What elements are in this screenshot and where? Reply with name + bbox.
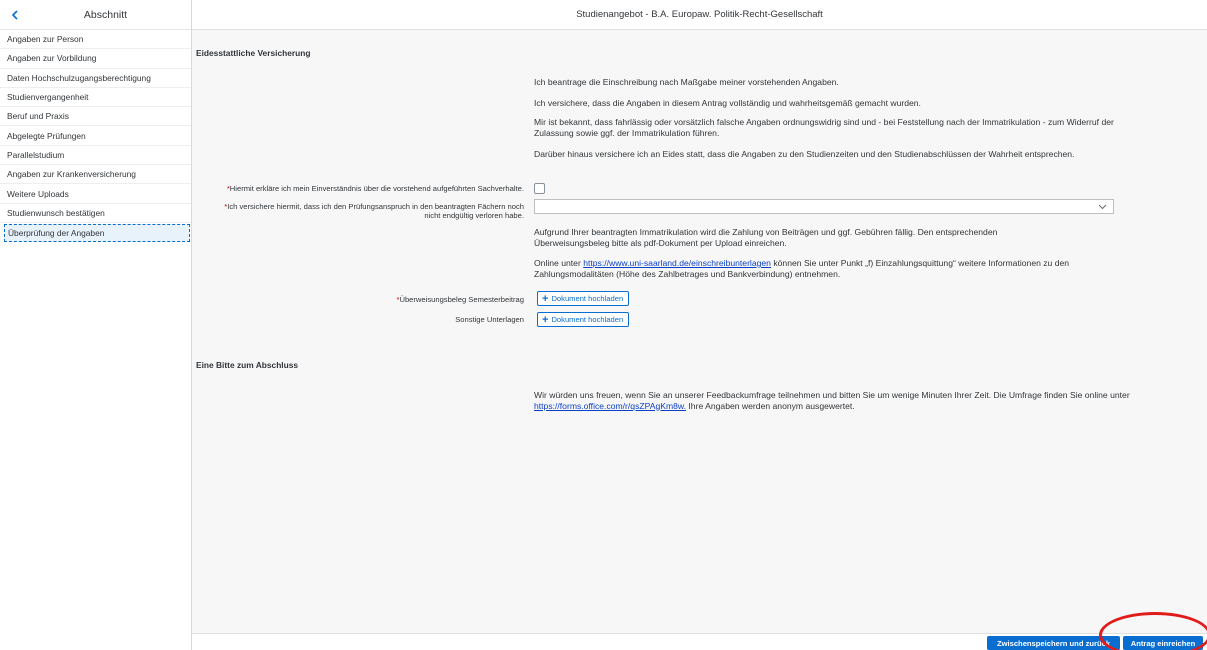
sidebar-header: Abschnitt xyxy=(0,0,191,30)
online-info-text: Online unter https://www.uni-saarland.de… xyxy=(534,258,1070,279)
consent-checkbox[interactable] xyxy=(534,183,545,194)
page-title: Studienangebot - B.A. Europaw. Politik-R… xyxy=(192,0,1207,30)
upload-semesterbeitrag-button[interactable]: + Dokument hochladen xyxy=(537,291,630,306)
plus-icon: + xyxy=(542,292,549,305)
back-chevron-icon[interactable] xyxy=(8,8,22,22)
sidebar-item-person[interactable]: Angaben zur Person xyxy=(0,30,191,50)
submit-application-button[interactable]: Antrag einreichen xyxy=(1123,636,1203,650)
sidebar-item-beruf[interactable]: Beruf und Praxis xyxy=(0,107,191,127)
chevron-down-icon[interactable] xyxy=(1096,201,1108,213)
sidebar-item-ueberpruefung[interactable]: Überprüfung der Angaben xyxy=(4,223,190,242)
footer-bar: Zwischenspeichern und zurück Antrag einr… xyxy=(192,633,1207,650)
section-title-declaration: Eidesstattliche Versicherung xyxy=(196,48,311,58)
exam-label: *Ich versichere hiermit, dass ich den Pr… xyxy=(224,202,524,220)
upload-sonstige-label: Sonstige Unterlagen xyxy=(455,315,524,324)
closing-text: Wir würden uns freuen, wenn Sie an unser… xyxy=(534,390,1130,411)
sidebar: Abschnitt Angaben zur Person Angaben zur… xyxy=(0,0,192,650)
sidebar-item-studienwunsch[interactable]: Studienwunsch bestätigen xyxy=(0,204,191,223)
sidebar-item-krankenversicherung[interactable]: Angaben zur Krankenversicherung xyxy=(0,165,191,185)
upload-sonstige-button[interactable]: + Dokument hochladen xyxy=(537,312,630,327)
declaration-paragraph-2: Ich versichere, dass die Angaben in dies… xyxy=(534,98,921,108)
declaration-paragraph-3: Mir ist bekannt, dass fahrlässig oder vo… xyxy=(534,117,1114,138)
payment-text: Aufgrund Ihrer beantragten Immatrikulati… xyxy=(534,227,998,248)
sidebar-item-parallelstudium[interactable]: Parallelstudium xyxy=(0,146,191,166)
feedback-survey-link[interactable]: https://forms.office.com/r/qsZPAgKm8w. xyxy=(534,401,686,411)
exam-select[interactable] xyxy=(534,199,1114,214)
upload-semesterbeitrag-label: *Überweisungsbeleg Semesterbeitrag xyxy=(396,295,525,304)
plus-icon: + xyxy=(542,313,549,326)
sidebar-item-hzb[interactable]: Daten Hochschulzugangsberechtigung xyxy=(0,69,191,88)
declaration-paragraph-4: Darüber hinaus versichere ich an Eides s… xyxy=(534,149,1075,159)
declaration-paragraph-1: Ich beantrage die Einschreibung nach Maß… xyxy=(534,77,839,87)
sidebar-item-studienvergangenheit[interactable]: Studienvergangenheit xyxy=(0,88,191,108)
section-title-closing: Eine Bitte zum Abschluss xyxy=(196,360,299,370)
sidebar-title: Abschnitt xyxy=(83,8,128,21)
sidebar-item-vorbildung[interactable]: Angaben zur Vorbildung xyxy=(0,49,191,69)
consent-label: *Hiermit erkläre ich mein Einverständnis… xyxy=(226,184,524,193)
save-and-back-button[interactable]: Zwischenspeichern und zurück xyxy=(987,636,1120,650)
main-content: Studienangebot - B.A. Europaw. Politik-R… xyxy=(192,0,1207,650)
sidebar-item-uploads[interactable]: Weitere Uploads xyxy=(0,184,191,204)
sidebar-item-pruefungen[interactable]: Abgelegte Prüfungen xyxy=(0,126,191,146)
nav-list: Angaben zur Person Angaben zur Vorbildun… xyxy=(0,30,191,242)
einschreibunterlagen-link[interactable]: https://www.uni-saarland.de/einschreibun… xyxy=(583,258,771,268)
